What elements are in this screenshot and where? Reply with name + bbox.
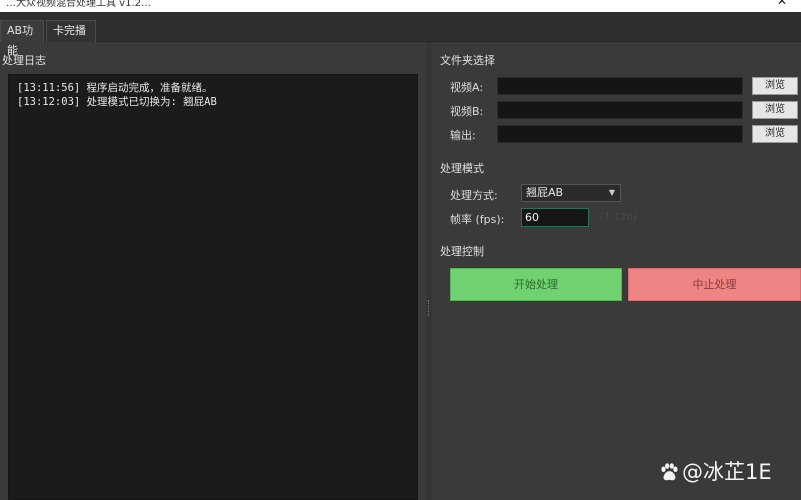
video-a-label: 视频A: [450,81,484,94]
panel-splitter[interactable] [426,42,432,500]
output-browse-button[interactable]: 浏览 [752,125,798,143]
chevron-down-icon: ▼ [608,188,615,197]
tab-bar: AB功能 卡完播 [0,12,801,57]
folder-section-title: 文件夹选择 [440,54,495,67]
splitter-grip-icon [428,300,430,316]
log-output[interactable]: [13:11:56] 程序启动完成，准备就绪。 [13:12:03] 处理模式已… [8,74,418,500]
control-section-title: 处理控制 [440,245,484,258]
log-section-title: 处理日志 [2,54,46,67]
watermark-text: @冰芷1E [682,460,772,484]
output-path-input[interactable] [497,125,743,143]
log-line: [13:12:03] 处理模式已切换为: 翘屁AB [17,96,217,108]
fps-label: 帧率 (fps): [450,213,505,226]
method-label: 处理方式: [450,189,498,202]
video-b-label: 视频B: [450,105,484,118]
window-title: …大众视频混合处理工具 v1.2… [6,0,151,9]
stop-process-button[interactable]: 中止处理 [628,268,801,301]
method-select-value: 翘屁AB [526,186,564,199]
fps-range-hint: (1-120) [600,212,637,223]
video-a-path-input[interactable] [497,77,743,95]
watermark: @冰芷1E [658,456,772,486]
close-icon[interactable]: ✕ [777,0,787,7]
tab-complete-play[interactable]: 卡完播 [46,20,96,42]
output-label: 输出: [450,129,476,142]
video-b-browse-button[interactable]: 浏览 [752,101,798,119]
log-line: [13:11:56] 程序启动完成，准备就绪。 [17,82,213,94]
start-process-button[interactable]: 开始处理 [450,268,622,301]
tab-ab-function[interactable]: AB功能 [0,20,44,57]
paw-icon [661,463,678,481]
video-a-browse-button[interactable]: 浏览 [752,77,798,95]
fps-input[interactable]: 60 [521,208,589,227]
method-select[interactable]: 翘屁AB ▼ [521,184,621,202]
mode-section-title: 处理模式 [440,162,484,175]
window-titlebar: …大众视频混合处理工具 v1.2… ✕ [0,0,801,12]
video-b-path-input[interactable] [497,101,743,119]
